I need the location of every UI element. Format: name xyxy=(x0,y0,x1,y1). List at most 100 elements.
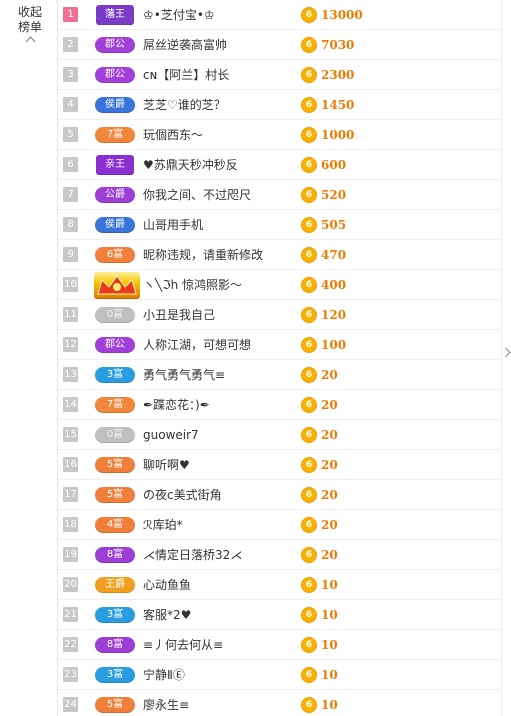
list-item[interactable]: 12 郡公 人称江湖，可想可想 6 100 xyxy=(58,330,501,360)
list-item[interactable]: 8 侯爵 山哥用手机 6 505 xyxy=(58,210,501,240)
gold-coin-icon: 6 xyxy=(301,97,317,113)
list-item[interactable]: 19 8富 ⋌情定日落桥32⋌ 6 20 xyxy=(58,540,501,570)
level-badge: 0富 xyxy=(95,307,135,323)
level-badge: 藩王 xyxy=(96,5,134,25)
list-item[interactable]: 24 5富 廖永生≡ 6 10 xyxy=(58,690,501,716)
user-name[interactable]: ♥苏鼎天秒冲秒反 xyxy=(143,150,238,180)
gold-coin-icon: 6 xyxy=(301,157,317,173)
score-value: 1000 xyxy=(321,128,355,142)
user-name[interactable]: 廖永生≡ xyxy=(143,690,189,716)
list-item[interactable]: 10 ヽ╲ℑh 惊鸿照影～ 6 400 xyxy=(58,270,501,300)
rank-number: 13 xyxy=(63,367,78,382)
level-badge: 7富 xyxy=(95,127,135,143)
rank-number: 19 xyxy=(63,547,78,562)
list-item[interactable]: 3 郡公 ᴄɴ【阿兰】村长 6 2300 xyxy=(58,60,501,90)
gold-coin-icon: 6 xyxy=(301,7,317,23)
ranking-list: 1 藩王 ♔•芝付宝•♔ 6 13000 2 郡公 屌丝逆袭高富帅 6 7030 3 郡公 ᴄɴ【阿兰】… xyxy=(58,0,501,716)
user-name[interactable]: ✒蹀恋花：)✒ xyxy=(143,390,210,420)
level-badge: 郡公 xyxy=(95,67,135,83)
list-item[interactable]: 5 7富 玩個西东～ 6 1000 xyxy=(58,120,501,150)
level-badge: 8富 xyxy=(95,547,135,563)
user-name[interactable]: ᴄɴ【阿兰】村长 xyxy=(143,60,229,90)
rank-number: 1 xyxy=(63,7,78,22)
level-badge: 5富 xyxy=(95,457,135,473)
user-name[interactable]: ≡丿何去何从≡ xyxy=(143,630,223,660)
level-badge: 3富 xyxy=(95,607,135,623)
user-name[interactable]: 昵称违规，请重新修改 xyxy=(143,240,263,270)
user-name[interactable]: 人称江湖，可想可想 xyxy=(143,330,251,360)
user-name[interactable]: 宁静ⅡⒺ xyxy=(143,660,185,690)
score-value: 520 xyxy=(321,188,347,202)
level-badge: 公爵 xyxy=(95,187,135,203)
user-name[interactable]: guoweir7 xyxy=(143,420,199,450)
rank-number: 7 xyxy=(63,187,78,202)
gold-coin-icon: 6 xyxy=(301,457,317,473)
score-value: 20 xyxy=(321,488,338,502)
user-name[interactable]: 勇气勇气勇气≡ xyxy=(143,360,225,390)
collapse-label-line1: 收起 xyxy=(17,5,42,19)
rank-number: 18 xyxy=(63,517,78,532)
score-value: 13000 xyxy=(321,8,363,22)
list-item[interactable]: 18 4富 ℛ库珀* 6 20 xyxy=(58,510,501,540)
level-badge: 5富 xyxy=(95,487,135,503)
list-item[interactable]: 1 藩王 ♔•芝付宝•♔ 6 13000 xyxy=(58,0,501,30)
level-badge: 0富 xyxy=(95,427,135,443)
list-item[interactable]: 16 5富 聊听啊♥ 6 20 xyxy=(58,450,501,480)
score-value: 20 xyxy=(321,518,338,532)
list-item[interactable]: 21 3富 客服*2♥ 6 10 xyxy=(58,600,501,630)
user-name[interactable]: ♔•芝付宝•♔ xyxy=(143,0,215,30)
list-item[interactable]: 22 8富 ≡丿何去何从≡ 6 10 xyxy=(58,630,501,660)
chevron-right-icon[interactable] xyxy=(502,346,511,360)
gold-coin-icon: 6 xyxy=(301,187,317,203)
user-name[interactable]: 玩個西东～ xyxy=(143,120,203,150)
user-name[interactable]: 山哥用手机 xyxy=(143,210,203,240)
gold-coin-icon: 6 xyxy=(301,397,317,413)
gold-coin-icon: 6 xyxy=(301,367,317,383)
list-item[interactable]: 14 7富 ✒蹀恋花：)✒ 6 20 xyxy=(58,390,501,420)
gold-coin-icon: 6 xyxy=(301,667,317,683)
list-item[interactable]: 9 6富 昵称违规，请重新修改 6 470 xyxy=(58,240,501,270)
list-item[interactable]: 7 公爵 你我之间、不过咫尺 6 520 xyxy=(58,180,501,210)
level-badge: 4富 xyxy=(95,517,135,533)
gold-coin-icon: 6 xyxy=(301,67,317,83)
rank-number: 8 xyxy=(63,217,78,232)
user-name[interactable]: の夜ᴄ美式街角 xyxy=(143,480,222,510)
rank-number: 16 xyxy=(63,457,78,472)
list-item[interactable]: 20 王爵 心动鱼鱼 6 10 xyxy=(58,570,501,600)
list-item[interactable]: 13 3富 勇气勇气勇气≡ 6 20 xyxy=(58,360,501,390)
user-name[interactable]: 你我之间、不过咫尺 xyxy=(143,180,251,210)
list-item[interactable]: 17 5富 の夜ᴄ美式街角 6 20 xyxy=(58,480,501,510)
user-name[interactable]: 聊听啊♥ xyxy=(143,450,190,480)
score-value: 10 xyxy=(321,578,338,592)
collapse-ranking-button[interactable]: 收起 榜单 xyxy=(10,5,50,47)
gold-coin-icon: 6 xyxy=(301,127,317,143)
user-name[interactable]: 屌丝逆袭高富帅 xyxy=(143,30,227,60)
level-badge: 王爵 xyxy=(95,577,135,593)
user-name[interactable]: 心动鱼鱼 xyxy=(143,570,191,600)
gold-coin-icon: 6 xyxy=(301,577,317,593)
list-item[interactable]: 11 0富 小丑是我自己 6 120 xyxy=(58,300,501,330)
score-value: 10 xyxy=(321,638,338,652)
user-name[interactable]: 芝芝♡谁的芝？ xyxy=(143,90,226,120)
list-item[interactable]: 6 亲王 ♥苏鼎天秒冲秒反 6 600 xyxy=(58,150,501,180)
user-name[interactable]: ℛ库珀* xyxy=(143,510,183,540)
rank-number: 21 xyxy=(63,607,78,622)
user-name[interactable]: 客服*2♥ xyxy=(143,600,191,630)
level-badge: 亲王 xyxy=(96,155,134,175)
score-value: 100 xyxy=(321,338,347,352)
list-item[interactable]: 23 3富 宁静ⅡⒺ 6 10 xyxy=(58,660,501,690)
level-badge: 5富 xyxy=(95,697,135,713)
user-name[interactable]: ⋌情定日落桥32⋌ xyxy=(143,540,242,570)
list-item[interactable]: 15 0富 guoweir7 6 20 xyxy=(58,420,501,450)
rank-number: 2 xyxy=(63,37,78,52)
score-value: 470 xyxy=(321,248,347,262)
list-item[interactable]: 4 侯爵 芝芝♡谁的芝？ 6 1450 xyxy=(58,90,501,120)
user-name[interactable]: ヽ╲ℑh 惊鸿照影～ xyxy=(143,270,242,300)
user-name[interactable]: 小丑是我自己 xyxy=(143,300,215,330)
list-item[interactable]: 2 郡公 屌丝逆袭高富帅 6 7030 xyxy=(58,30,501,60)
level-badge: 侯爵 xyxy=(95,97,135,113)
score-value: 20 xyxy=(321,368,338,382)
score-value: 20 xyxy=(321,398,338,412)
score-value: 7030 xyxy=(321,38,355,52)
rank-number: 12 xyxy=(63,337,78,352)
